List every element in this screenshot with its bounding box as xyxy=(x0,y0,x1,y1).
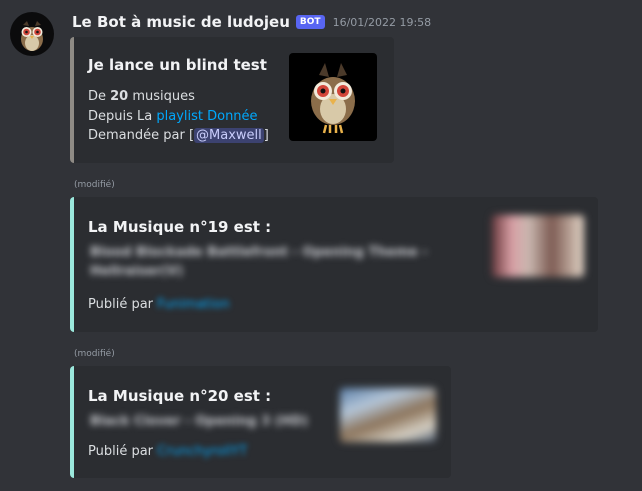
embed-count-line: De 20 musiques xyxy=(88,89,195,104)
publisher-line: Publié par CrunchyrollYT xyxy=(88,444,247,459)
user-mention[interactable]: @Maxwell xyxy=(194,128,264,143)
song-reveal-embed: La Musique n°19 est : Blood Blockade Bat… xyxy=(70,197,598,332)
embed-requester-line: Demandée par [@Maxwell] xyxy=(88,128,269,143)
requester-suffix: ] xyxy=(263,128,269,143)
publisher-link[interactable]: CrunchyrollYT xyxy=(157,444,247,459)
message-header: Le Bot à music de ludojeu BOT 16/01/2022… xyxy=(72,12,431,32)
song-title-line: Black Clover - Opening 3 (HD) xyxy=(90,414,309,429)
song-title-line: Hellraiser(V) xyxy=(90,264,184,279)
publisher-prefix: Publié par xyxy=(88,444,154,459)
embed-title: La Musique n°19 est : xyxy=(88,218,272,236)
bot-badge: BOT xyxy=(295,15,325,29)
count-value: 20 xyxy=(110,89,129,104)
owl-icon xyxy=(21,21,43,51)
requester-prefix: Demandée par [ xyxy=(88,128,195,143)
bot-avatar[interactable] xyxy=(10,12,54,56)
playlist-link[interactable]: playlist Donnée xyxy=(156,109,257,124)
embed-thumbnail[interactable] xyxy=(289,53,377,141)
edited-label: (modifié) xyxy=(74,180,115,190)
song-reveal-embed: La Musique n°20 est : Black Clover - Ope… xyxy=(70,366,451,478)
count-prefix: De xyxy=(88,89,111,104)
embed-title: Je lance un blind test xyxy=(88,56,267,74)
hoothoot-icon xyxy=(311,63,355,134)
publisher-line: Publié par Funimation xyxy=(88,297,230,312)
embed-thumbnail[interactable] xyxy=(340,388,436,442)
author-name[interactable]: Le Bot à music de ludojeu xyxy=(72,13,290,31)
publisher-link[interactable]: Funimation xyxy=(157,297,229,312)
message-timestamp[interactable]: 16/01/2022 19:58 xyxy=(333,16,432,29)
count-suffix: musiques xyxy=(128,89,195,104)
blind-test-embed: Je lance un blind test De 20 musiques De… xyxy=(70,37,394,163)
publisher-prefix: Publié par xyxy=(88,297,154,312)
song-title-line: Blood Blockade Battlefront - Opening The… xyxy=(90,245,428,260)
embed-playlist-line: Depuis La playlist Donnée xyxy=(88,109,258,124)
embed-thumbnail[interactable] xyxy=(492,215,584,277)
embed-title: La Musique n°20 est : xyxy=(88,387,272,405)
edited-label: (modifié) xyxy=(74,349,115,359)
playlist-prefix: Depuis La xyxy=(88,109,157,124)
